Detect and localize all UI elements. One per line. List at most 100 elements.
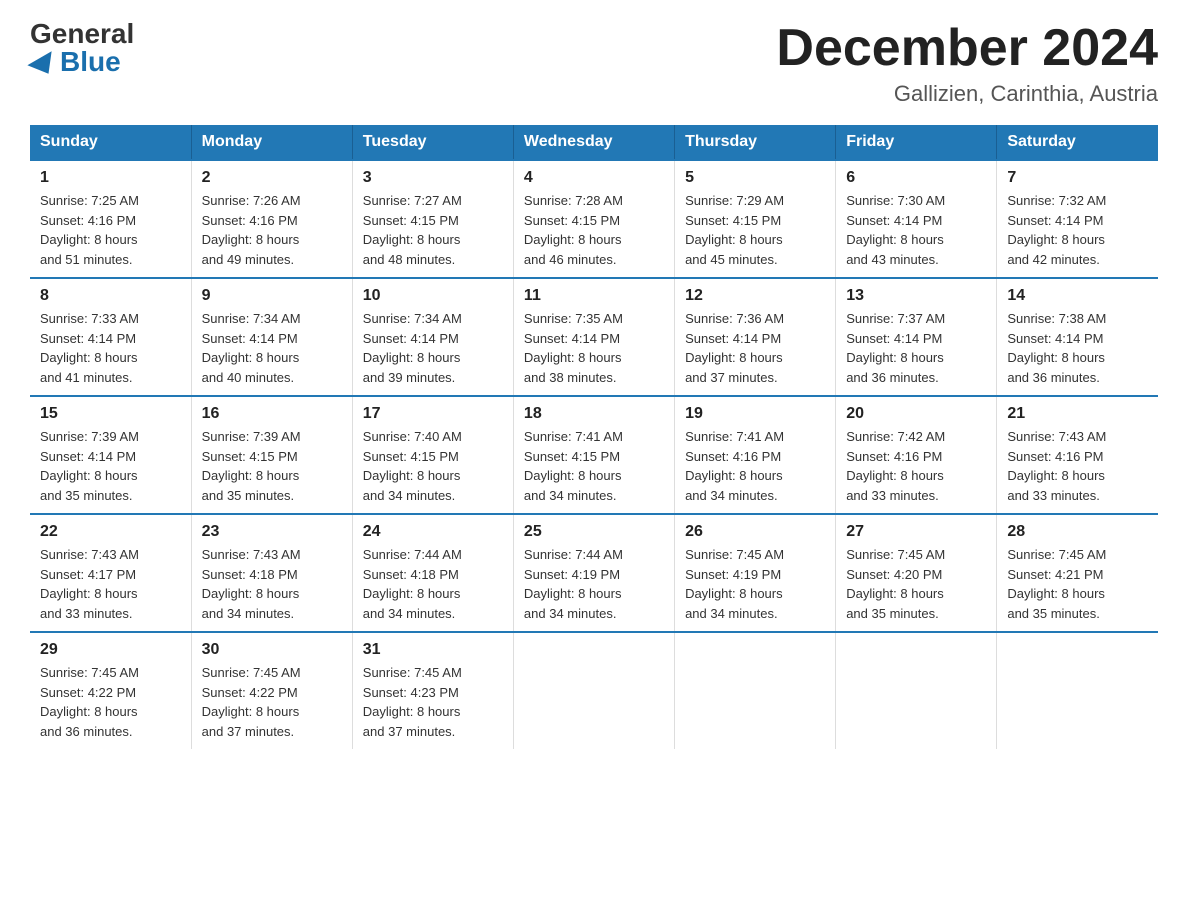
calendar-cell: 16 Sunrise: 7:39 AMSunset: 4:15 PMDaylig… — [191, 396, 352, 514]
calendar-header: SundayMondayTuesdayWednesdayThursdayFrid… — [30, 125, 1158, 160]
calendar-table: SundayMondayTuesdayWednesdayThursdayFrid… — [30, 125, 1158, 749]
day-number: 8 — [40, 287, 181, 305]
logo-blue-text: Blue — [30, 48, 121, 76]
day-info: Sunrise: 7:43 AMSunset: 4:16 PMDaylight:… — [1007, 429, 1106, 503]
day-info: Sunrise: 7:44 AMSunset: 4:18 PMDaylight:… — [363, 547, 462, 621]
calendar-cell — [997, 632, 1158, 749]
header-cell-sunday: Sunday — [30, 125, 191, 160]
calendar-cell: 31 Sunrise: 7:45 AMSunset: 4:23 PMDaylig… — [352, 632, 513, 749]
day-number: 15 — [40, 405, 181, 423]
calendar-week-4: 22 Sunrise: 7:43 AMSunset: 4:17 PMDaylig… — [30, 514, 1158, 632]
day-info: Sunrise: 7:26 AMSunset: 4:16 PMDaylight:… — [202, 193, 301, 267]
day-info: Sunrise: 7:45 AMSunset: 4:20 PMDaylight:… — [846, 547, 945, 621]
day-info: Sunrise: 7:41 AMSunset: 4:15 PMDaylight:… — [524, 429, 623, 503]
calendar-cell: 17 Sunrise: 7:40 AMSunset: 4:15 PMDaylig… — [352, 396, 513, 514]
day-number: 12 — [685, 287, 825, 305]
day-info: Sunrise: 7:37 AMSunset: 4:14 PMDaylight:… — [846, 311, 945, 385]
day-number: 28 — [1007, 523, 1148, 541]
header-cell-thursday: Thursday — [675, 125, 836, 160]
day-info: Sunrise: 7:45 AMSunset: 4:22 PMDaylight:… — [40, 665, 139, 739]
calendar-cell: 24 Sunrise: 7:44 AMSunset: 4:18 PMDaylig… — [352, 514, 513, 632]
calendar-week-1: 1 Sunrise: 7:25 AMSunset: 4:16 PMDayligh… — [30, 160, 1158, 278]
day-info: Sunrise: 7:42 AMSunset: 4:16 PMDaylight:… — [846, 429, 945, 503]
calendar-cell: 13 Sunrise: 7:37 AMSunset: 4:14 PMDaylig… — [836, 278, 997, 396]
calendar-cell: 12 Sunrise: 7:36 AMSunset: 4:14 PMDaylig… — [675, 278, 836, 396]
day-info: Sunrise: 7:27 AMSunset: 4:15 PMDaylight:… — [363, 193, 462, 267]
calendar-week-3: 15 Sunrise: 7:39 AMSunset: 4:14 PMDaylig… — [30, 396, 1158, 514]
calendar-cell: 27 Sunrise: 7:45 AMSunset: 4:20 PMDaylig… — [836, 514, 997, 632]
day-info: Sunrise: 7:41 AMSunset: 4:16 PMDaylight:… — [685, 429, 784, 503]
day-number: 21 — [1007, 405, 1148, 423]
day-info: Sunrise: 7:28 AMSunset: 4:15 PMDaylight:… — [524, 193, 623, 267]
day-number: 1 — [40, 169, 181, 187]
calendar-cell: 15 Sunrise: 7:39 AMSunset: 4:14 PMDaylig… — [30, 396, 191, 514]
calendar-cell — [836, 632, 997, 749]
calendar-cell: 20 Sunrise: 7:42 AMSunset: 4:16 PMDaylig… — [836, 396, 997, 514]
day-info: Sunrise: 7:40 AMSunset: 4:15 PMDaylight:… — [363, 429, 462, 503]
calendar-cell: 2 Sunrise: 7:26 AMSunset: 4:16 PMDayligh… — [191, 160, 352, 278]
calendar-cell: 3 Sunrise: 7:27 AMSunset: 4:15 PMDayligh… — [352, 160, 513, 278]
calendar-week-2: 8 Sunrise: 7:33 AMSunset: 4:14 PMDayligh… — [30, 278, 1158, 396]
calendar-cell: 25 Sunrise: 7:44 AMSunset: 4:19 PMDaylig… — [513, 514, 674, 632]
calendar-cell: 22 Sunrise: 7:43 AMSunset: 4:17 PMDaylig… — [30, 514, 191, 632]
calendar-cell — [675, 632, 836, 749]
day-number: 25 — [524, 523, 664, 541]
day-info: Sunrise: 7:39 AMSunset: 4:14 PMDaylight:… — [40, 429, 139, 503]
day-info: Sunrise: 7:36 AMSunset: 4:14 PMDaylight:… — [685, 311, 784, 385]
calendar-cell: 18 Sunrise: 7:41 AMSunset: 4:15 PMDaylig… — [513, 396, 674, 514]
day-number: 17 — [363, 405, 503, 423]
header-row: SundayMondayTuesdayWednesdayThursdayFrid… — [30, 125, 1158, 160]
calendar-cell: 5 Sunrise: 7:29 AMSunset: 4:15 PMDayligh… — [675, 160, 836, 278]
header-cell-friday: Friday — [836, 125, 997, 160]
day-number: 31 — [363, 641, 503, 659]
calendar-week-5: 29 Sunrise: 7:45 AMSunset: 4:22 PMDaylig… — [30, 632, 1158, 749]
logo-triangle-icon — [27, 51, 60, 81]
day-info: Sunrise: 7:43 AMSunset: 4:18 PMDaylight:… — [202, 547, 301, 621]
calendar-cell: 4 Sunrise: 7:28 AMSunset: 4:15 PMDayligh… — [513, 160, 674, 278]
day-info: Sunrise: 7:45 AMSunset: 4:19 PMDaylight:… — [685, 547, 784, 621]
day-info: Sunrise: 7:39 AMSunset: 4:15 PMDaylight:… — [202, 429, 301, 503]
header-cell-wednesday: Wednesday — [513, 125, 674, 160]
calendar-body: 1 Sunrise: 7:25 AMSunset: 4:16 PMDayligh… — [30, 160, 1158, 749]
location-subtitle: Gallizien, Carinthia, Austria — [776, 81, 1158, 107]
calendar-cell: 29 Sunrise: 7:45 AMSunset: 4:22 PMDaylig… — [30, 632, 191, 749]
day-number: 6 — [846, 169, 986, 187]
day-info: Sunrise: 7:34 AMSunset: 4:14 PMDaylight:… — [202, 311, 301, 385]
title-block: December 2024 Gallizien, Carinthia, Aust… — [776, 20, 1158, 107]
calendar-cell: 11 Sunrise: 7:35 AMSunset: 4:14 PMDaylig… — [513, 278, 674, 396]
day-number: 19 — [685, 405, 825, 423]
day-info: Sunrise: 7:32 AMSunset: 4:14 PMDaylight:… — [1007, 193, 1106, 267]
calendar-cell: 8 Sunrise: 7:33 AMSunset: 4:14 PMDayligh… — [30, 278, 191, 396]
day-info: Sunrise: 7:29 AMSunset: 4:15 PMDaylight:… — [685, 193, 784, 267]
calendar-cell: 26 Sunrise: 7:45 AMSunset: 4:19 PMDaylig… — [675, 514, 836, 632]
day-number: 4 — [524, 169, 664, 187]
calendar-cell: 1 Sunrise: 7:25 AMSunset: 4:16 PMDayligh… — [30, 160, 191, 278]
day-number: 7 — [1007, 169, 1148, 187]
logo-general-text: General — [30, 20, 134, 48]
day-number: 22 — [40, 523, 181, 541]
month-title: December 2024 — [776, 20, 1158, 77]
calendar-cell: 23 Sunrise: 7:43 AMSunset: 4:18 PMDaylig… — [191, 514, 352, 632]
day-info: Sunrise: 7:33 AMSunset: 4:14 PMDaylight:… — [40, 311, 139, 385]
day-info: Sunrise: 7:45 AMSunset: 4:23 PMDaylight:… — [363, 665, 462, 739]
calendar-cell: 28 Sunrise: 7:45 AMSunset: 4:21 PMDaylig… — [997, 514, 1158, 632]
calendar-cell: 7 Sunrise: 7:32 AMSunset: 4:14 PMDayligh… — [997, 160, 1158, 278]
day-number: 20 — [846, 405, 986, 423]
day-info: Sunrise: 7:35 AMSunset: 4:14 PMDaylight:… — [524, 311, 623, 385]
day-number: 26 — [685, 523, 825, 541]
day-number: 29 — [40, 641, 181, 659]
day-number: 30 — [202, 641, 342, 659]
calendar-cell: 30 Sunrise: 7:45 AMSunset: 4:22 PMDaylig… — [191, 632, 352, 749]
day-info: Sunrise: 7:38 AMSunset: 4:14 PMDaylight:… — [1007, 311, 1106, 385]
day-info: Sunrise: 7:25 AMSunset: 4:16 PMDaylight:… — [40, 193, 139, 267]
header-cell-saturday: Saturday — [997, 125, 1158, 160]
day-info: Sunrise: 7:34 AMSunset: 4:14 PMDaylight:… — [363, 311, 462, 385]
header-cell-tuesday: Tuesday — [352, 125, 513, 160]
day-number: 24 — [363, 523, 503, 541]
day-number: 23 — [202, 523, 342, 541]
day-number: 9 — [202, 287, 342, 305]
day-number: 27 — [846, 523, 986, 541]
day-info: Sunrise: 7:45 AMSunset: 4:21 PMDaylight:… — [1007, 547, 1106, 621]
day-number: 5 — [685, 169, 825, 187]
day-number: 2 — [202, 169, 342, 187]
